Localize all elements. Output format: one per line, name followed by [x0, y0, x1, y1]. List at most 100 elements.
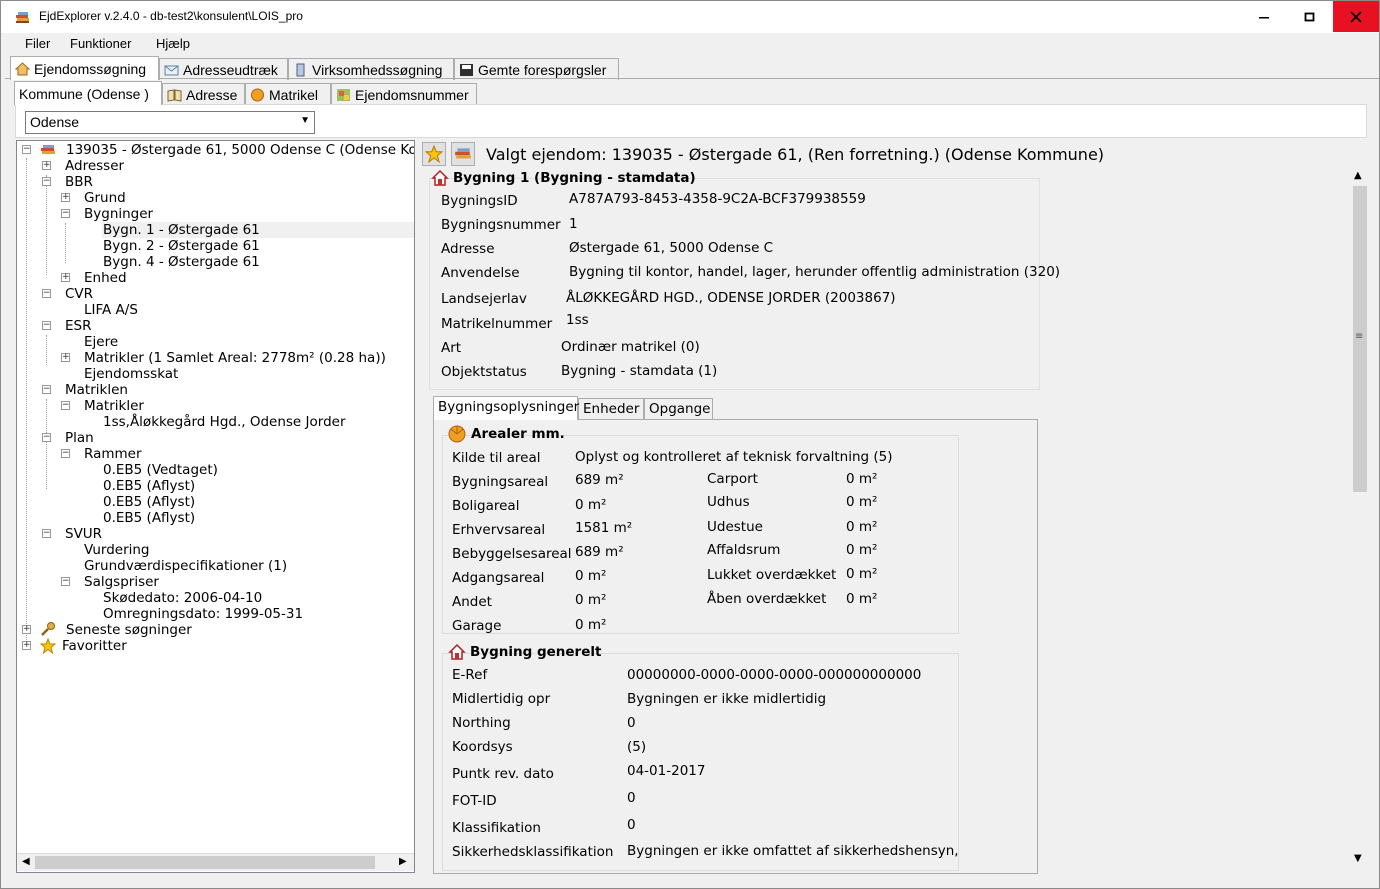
tree-horizontal-scrollbar[interactable]: ◀ ▶: [17, 853, 414, 871]
field-value: 0 m²: [575, 592, 607, 608]
field-value: 0 m²: [846, 519, 878, 535]
field-label: Erhvervsareal: [452, 522, 546, 538]
star-icon: [40, 638, 56, 654]
tree-item-esr[interactable]: ESR: [65, 318, 91, 334]
tree-item-ejendomsskat[interactable]: Ejendomsskat: [84, 366, 178, 382]
expand-toggle[interactable]: +: [61, 273, 70, 282]
tab-label: Gemte forespørgsler: [478, 61, 607, 78]
add-favorite-button[interactable]: [422, 142, 446, 166]
collapse-toggle[interactable]: −: [42, 529, 51, 538]
tree-item-rammer[interactable]: Rammer: [84, 446, 142, 462]
tree-item-bygn1[interactable]: Bygn. 1 - Østergade 61: [102, 222, 414, 238]
tab-ejendomssoegning[interactable]: Ejendomssøgning: [10, 56, 159, 80]
window-title: EjdExplorer v.2.4.0 - db-test2\konsulent…: [39, 9, 303, 23]
tree-item-bygninger[interactable]: Bygninger: [84, 206, 153, 222]
tree-item-vurdering[interactable]: Vurdering: [84, 542, 150, 558]
field-value: 0 m²: [846, 494, 878, 510]
arealer-title-text: Arealer mm.: [471, 426, 565, 442]
generelt-title-text: Bygning generelt: [470, 644, 602, 660]
tab-label: Ejendomssøgning: [34, 60, 147, 77]
field-label: Landsejerlav: [441, 291, 527, 307]
tree-item-bygn2[interactable]: Bygn. 2 - Østergade 61: [103, 238, 260, 254]
tree-item-lifa[interactable]: LIFA A/S: [84, 302, 138, 318]
tab-virksomhedssoegning[interactable]: Virksomhedssøgning: [288, 58, 454, 80]
tree-item-plan3[interactable]: 0.EB5 (Aflyst): [103, 494, 195, 510]
collapse-toggle[interactable]: −: [61, 401, 70, 410]
tree-item-plan1[interactable]: 0.EB5 (Vedtaget): [103, 462, 218, 478]
tree-item-grund[interactable]: Grund: [84, 190, 126, 206]
field-label: Boligareal: [452, 498, 520, 514]
tree-item-matrikler-esr[interactable]: Matrikler (1 Samlet Areal: 2778m² (0.28 …: [84, 350, 386, 366]
tab-enheder[interactable]: Enheder: [578, 398, 644, 420]
collapse-toggle[interactable]: −: [42, 289, 51, 298]
menu-filer[interactable]: Filer: [25, 36, 50, 51]
collapse-toggle[interactable]: −: [42, 385, 51, 394]
collapse-toggle[interactable]: −: [42, 321, 51, 330]
tree-item-plan2[interactable]: 0.EB5 (Aflyst): [103, 478, 195, 494]
collapse-toggle[interactable]: −: [61, 209, 70, 218]
minimize-button[interactable]: [1241, 1, 1287, 32]
tab-kommune[interactable]: Kommune (Odense ): [14, 81, 162, 105]
generelt-group: [442, 653, 959, 871]
tree-root[interactable]: 139035 - Østergade 61, 5000 Odense C (Od…: [66, 142, 414, 158]
property-tree[interactable]: − 139035 - Østergade 61, 5000 Odense C (…: [16, 140, 415, 873]
open-property-button[interactable]: [451, 142, 475, 166]
tree-item-seneste[interactable]: Seneste søgninger: [66, 622, 192, 638]
details-vertical-scrollbar[interactable]: ▲ ≡ ▼: [1351, 168, 1369, 868]
collapse-toggle[interactable]: −: [42, 433, 51, 442]
scroll-down-icon[interactable]: ▼: [1354, 853, 1362, 864]
tree-item-bbr[interactable]: BBR: [65, 174, 93, 190]
tree-item-plan[interactable]: Plan: [65, 430, 94, 446]
tree-item-plan4[interactable]: 0.EB5 (Aflyst): [103, 510, 195, 526]
expand-toggle[interactable]: +: [42, 161, 51, 170]
tab-bygningsoplysninger[interactable]: Bygningsoplysninger: [433, 396, 579, 420]
tab-gemte-forespoergsler[interactable]: Gemte forespørgsler: [454, 58, 619, 80]
expand-toggle[interactable]: +: [61, 353, 70, 362]
field-label: Udestue: [707, 519, 763, 535]
collapse-toggle[interactable]: −: [61, 577, 70, 586]
field-label: Puntk rev. dato: [452, 766, 554, 782]
collapse-toggle[interactable]: −: [61, 449, 70, 458]
field-label: Klassifikation: [452, 820, 541, 836]
tree-item-adresser[interactable]: Adresser: [65, 158, 124, 174]
collapse-toggle[interactable]: −: [22, 145, 31, 154]
scroll-up-icon[interactable]: ▲: [1354, 170, 1362, 181]
menu-hjaelp[interactable]: Hjælp: [156, 36, 190, 51]
tab-opgange[interactable]: Opgange: [644, 398, 713, 420]
field-value: 0 m²: [575, 497, 607, 513]
close-button[interactable]: [1333, 1, 1379, 32]
tree-item-matriklen[interactable]: Matriklen: [65, 382, 128, 398]
tree-item-enhed[interactable]: Enhed: [84, 270, 127, 286]
field-label: Objektstatus: [441, 364, 527, 380]
shell-icon: [251, 88, 264, 101]
tree-item-skoedato[interactable]: Skødedato: 2006-04-10: [103, 590, 262, 606]
expand-toggle[interactable]: +: [61, 193, 70, 202]
tab-adresseudtraek[interactable]: Adresseudtræk: [159, 58, 288, 80]
collapse-toggle[interactable]: −: [42, 177, 51, 186]
tree-item-bygn4[interactable]: Bygn. 4 - Østergade 61: [103, 254, 260, 270]
tree-item-grundvaerdi[interactable]: Grundværdispecifikationer (1): [84, 558, 287, 574]
tree-item-favoritter[interactable]: Favoritter: [62, 638, 127, 654]
menu-funktioner[interactable]: Funktioner: [70, 36, 131, 51]
scroll-left-icon[interactable]: ◀: [22, 856, 30, 867]
tab-ejendomsnummer[interactable]: Ejendomsnummer: [331, 83, 477, 105]
tree-item-cvr[interactable]: CVR: [65, 286, 93, 302]
tree-item-matrikler[interactable]: Matrikler: [84, 398, 144, 414]
maximize-button[interactable]: [1287, 1, 1333, 32]
scroll-right-icon[interactable]: ▶: [399, 856, 407, 867]
tree-item-ejere[interactable]: Ejere: [84, 334, 118, 350]
kommune-select[interactable]: Odense ▼: [25, 111, 315, 134]
field-label: Sikkerhedsklassifikation: [452, 844, 614, 860]
tab-adresse[interactable]: Adresse: [162, 83, 245, 105]
tab-matrikel[interactable]: Matrikel: [245, 83, 331, 105]
expand-toggle[interactable]: +: [22, 625, 31, 634]
tab-label: Adresseudtræk: [183, 61, 278, 78]
tree-item-svur[interactable]: SVUR: [65, 526, 102, 542]
tree-item-salgspriser[interactable]: Salgspriser: [84, 574, 159, 590]
expand-toggle[interactable]: +: [22, 641, 31, 650]
app-window: EjdExplorer v.2.4.0 - db-test2\konsulent…: [0, 0, 1380, 889]
tree-item-omregning[interactable]: Omregningsdato: 1999-05-31: [103, 606, 303, 622]
property-books-icon: [41, 145, 55, 154]
scroll-thumb[interactable]: [35, 856, 375, 869]
tree-item-matrikel[interactable]: 1ss,Åløkkegård Hgd., Odense Jorder: [103, 414, 346, 430]
